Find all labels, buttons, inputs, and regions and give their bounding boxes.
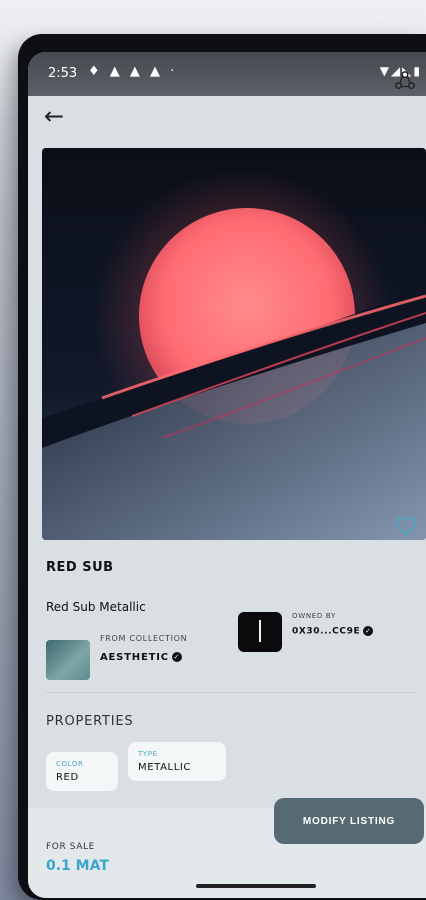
owner-name[interactable]: 0X30...CC9E ✓ xyxy=(292,626,374,637)
modify-listing-button[interactable]: MODIFY LISTING xyxy=(274,798,424,844)
app-bar: ← xyxy=(28,71,426,146)
share-icon[interactable] xyxy=(394,70,416,92)
collection-thumbnail[interactable] xyxy=(46,640,90,680)
home-indicator[interactable] xyxy=(196,884,316,888)
back-arrow-icon[interactable]: ← xyxy=(44,102,64,130)
for-sale-label: FOR SALE xyxy=(46,842,95,852)
status-time: 2:53 xyxy=(48,66,78,81)
verified-badge-icon: ✓ xyxy=(171,652,182,662)
owner-name-text: 0X30...CC9E xyxy=(292,626,361,637)
property-value: RED xyxy=(56,772,79,783)
property-value: METALLIC xyxy=(138,762,191,773)
property-chip-type[interactable]: TYPE METALLIC xyxy=(128,742,226,781)
nft-title: RED SUB xyxy=(46,560,114,575)
owner-avatar[interactable] xyxy=(238,612,282,652)
notification-icons: ♦ ▲ ▲ ▲ · xyxy=(88,64,178,79)
property-chip-color[interactable]: COLOR RED xyxy=(46,752,118,791)
owner-label: OWNED BY xyxy=(292,612,337,620)
collection-name-text: AESTHETIC xyxy=(100,652,169,663)
phone-frame: 2:53 ♦ ▲ ▲ ▲ · ▼◢◣▮ ← RED SUB Red Sub Me… xyxy=(18,34,426,900)
collection-name[interactable]: AESTHETIC ✓ xyxy=(100,652,182,663)
heart-icon[interactable] xyxy=(394,514,418,536)
status-bar: 2:53 ♦ ▲ ▲ ▲ · ▼◢◣▮ xyxy=(28,52,426,96)
properties-title: PROPERTIES xyxy=(46,714,134,729)
verified-badge-icon: ✓ xyxy=(363,626,374,636)
property-label: COLOR xyxy=(56,760,84,768)
collection-label: FROM COLLECTION xyxy=(100,634,188,643)
nft-image xyxy=(42,148,426,540)
app-screen: 2:53 ♦ ▲ ▲ ▲ · ▼◢◣▮ ← RED SUB Red Sub Me… xyxy=(28,52,426,898)
property-label: TYPE xyxy=(138,750,158,758)
divider xyxy=(46,692,416,693)
price-value: 0.1 MAT xyxy=(46,858,109,874)
nft-subtitle: Red Sub Metallic xyxy=(46,600,146,614)
